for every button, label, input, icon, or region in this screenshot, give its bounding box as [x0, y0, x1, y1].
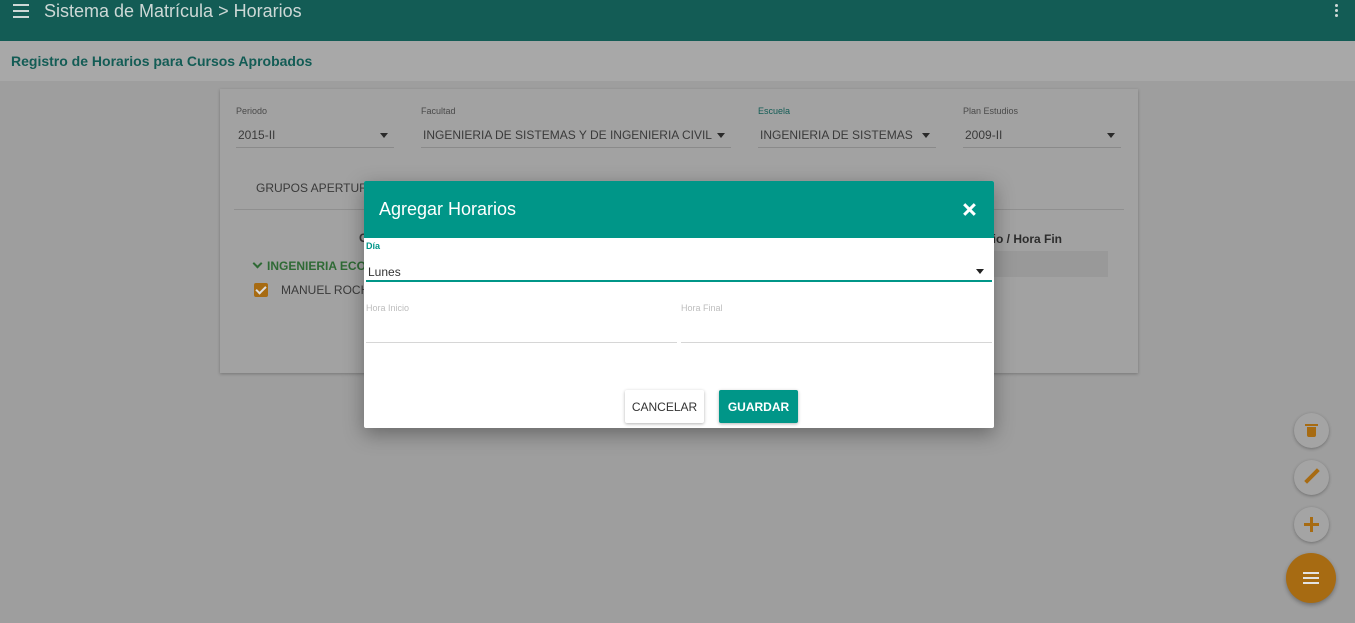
chevron-down-icon [1107, 133, 1115, 138]
page-title: Registro de Horarios para Cursos Aprobad… [11, 53, 313, 69]
plus-icon [1304, 517, 1319, 532]
agregar-horarios-dialog: Agregar Horarios Día Lunes Hora Inicio H… [364, 181, 994, 428]
trash-icon [1305, 423, 1318, 438]
column-header-hora: cio / Hora Fin [986, 232, 1063, 246]
group-label: INGENIERIA ECO [267, 259, 366, 273]
delete-button[interactable] [1294, 413, 1329, 448]
facultad-value: INGENIERIA DE SISTEMAS Y DE INGENIERIA C… [423, 128, 712, 142]
dia-value: Lunes [368, 265, 401, 279]
hora-inicio-input[interactable] [366, 319, 677, 343]
hora-final-field: Hora Final [681, 301, 992, 345]
dia-select[interactable]: Día Lunes [366, 238, 992, 282]
table-cell [986, 251, 1108, 277]
app-title: Sistema de Matrícula > Horarios [44, 1, 302, 21]
hora-final-input[interactable] [681, 319, 992, 343]
escuela-underline [758, 147, 936, 148]
top-app-bar: Sistema de Matrícula > Horarios [0, 0, 1355, 41]
escuela-value: INGENIERIA DE SISTEMAS [760, 128, 913, 142]
periodo-select[interactable]: Periodo 2015-II [236, 106, 394, 148]
escuela-label: Escuela [758, 106, 791, 116]
facultad-select[interactable]: Facultad INGENIERIA DE SISTEMAS Y DE ING… [421, 106, 731, 148]
periodo-value: 2015-II [238, 128, 276, 142]
teacher-name: MANUEL ROCH [281, 283, 370, 297]
checkbox[interactable] [254, 283, 268, 297]
plan-label: Plan Estudios [963, 106, 1019, 116]
menu-icon [1303, 572, 1319, 587]
facultad-label: Facultad [421, 106, 456, 116]
periodo-label: Periodo [236, 106, 268, 116]
page-header: Registro de Horarios para Cursos Aprobad… [0, 41, 1355, 81]
save-button[interactable]: GUARDAR [719, 390, 798, 423]
more-vert-icon[interactable] [1335, 4, 1339, 19]
cancel-button[interactable]: CANCELAR [625, 390, 704, 423]
dialog-title: Agregar Horarios [379, 199, 517, 219]
plan-value: 2009-II [965, 128, 1003, 142]
chevron-down-icon [922, 133, 930, 138]
edit-button[interactable] [1294, 460, 1329, 495]
plan-select[interactable]: Plan Estudios 2009-II [963, 106, 1121, 148]
hora-final-label: Hora Final [681, 303, 723, 313]
dialog-header: Agregar Horarios [364, 181, 994, 238]
menu-icon[interactable] [13, 4, 29, 18]
dia-label: Día [366, 241, 381, 251]
dia-underline [366, 280, 992, 282]
hora-inicio-field: Hora Inicio [366, 301, 677, 345]
pencil-icon [1304, 468, 1320, 484]
group-row[interactable]: INGENIERIA ECO [252, 258, 366, 273]
chevron-down-icon [380, 133, 388, 138]
plan-underline [963, 147, 1121, 148]
fab-menu-button[interactable] [1286, 553, 1336, 603]
chevron-down-icon [976, 269, 984, 274]
facultad-underline [421, 147, 731, 148]
chevron-down-icon [252, 258, 263, 269]
add-button[interactable] [1294, 507, 1329, 542]
hora-inicio-label: Hora Inicio [366, 303, 410, 313]
tab-grupos-apertura[interactable]: GRUPOS APERTUR [256, 181, 368, 195]
periodo-underline [236, 147, 394, 148]
close-icon[interactable] [963, 203, 975, 215]
chevron-down-icon [717, 133, 725, 138]
escuela-select[interactable]: Escuela INGENIERIA DE SISTEMAS [758, 106, 936, 148]
